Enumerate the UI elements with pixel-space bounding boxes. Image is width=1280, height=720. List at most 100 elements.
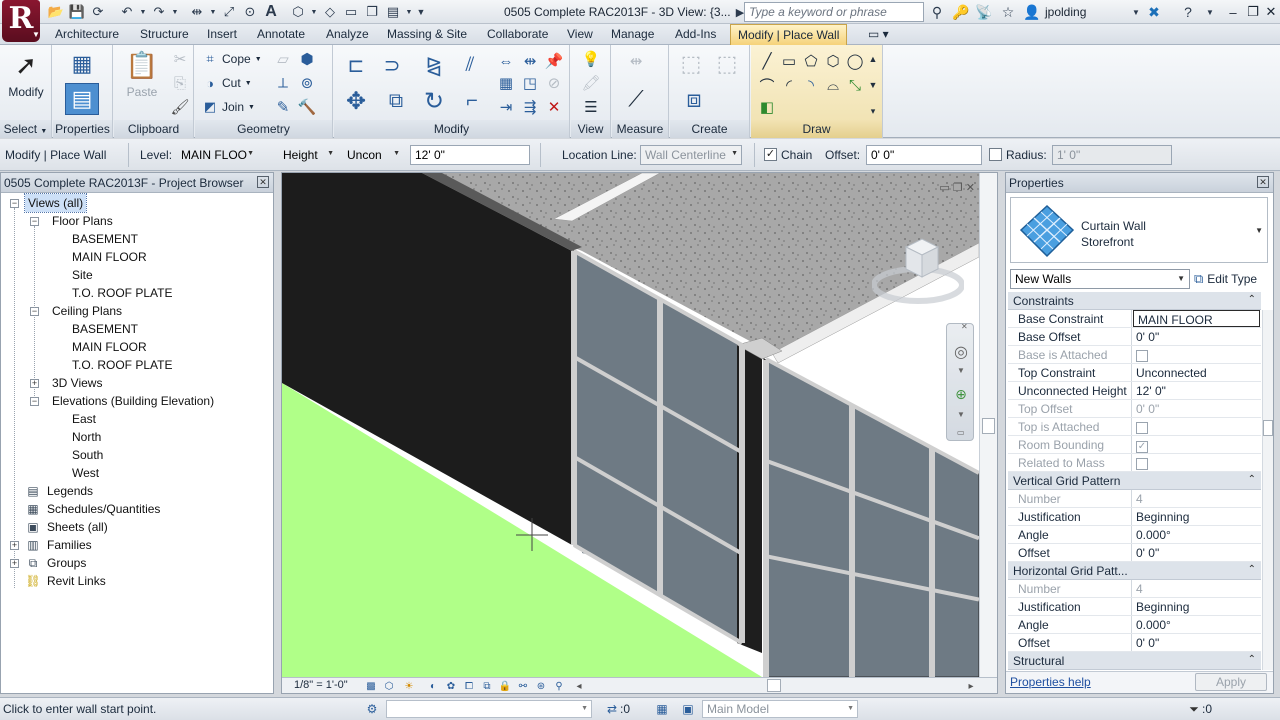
shadows-icon[interactable]: ◐: [426, 679, 440, 693]
related-mass-checkbox[interactable]: [1136, 458, 1148, 470]
undo-icon[interactable]: ↶: [117, 2, 137, 22]
close-hidden-icon[interactable]: ❐: [362, 2, 382, 22]
help-dropdown-icon[interactable]: ▼: [1200, 2, 1220, 22]
hscroll-left-icon[interactable]: ◂: [572, 679, 586, 693]
3d-dropdown-icon[interactable]: ▼: [309, 2, 319, 22]
exchange-apps-icon[interactable]: ✖: [1144, 2, 1164, 22]
trim-single-icon[interactable]: ⇥: [496, 97, 516, 117]
binoculars-icon[interactable]: ⚲: [927, 2, 947, 22]
close-icon[interactable]: ✕: [1257, 176, 1269, 188]
chain-checkbox[interactable]: ✓: [764, 148, 777, 161]
zoom-dropdown-icon[interactable]: ▼: [957, 410, 965, 419]
zoom-icon[interactable]: ⊕: [951, 386, 971, 406]
text-icon[interactable]: A: [261, 2, 281, 22]
visual-style-icon[interactable]: ⬡: [382, 679, 396, 693]
tree-families[interactable]: ▥ Families: [25, 536, 91, 554]
tab-view[interactable]: View: [567, 27, 593, 41]
mirror-draw-axis-icon[interactable]: ⫽: [456, 51, 484, 79]
prop-base-offset-value[interactable]: 0' 0": [1132, 328, 1261, 345]
tree-floor-plan-main-floor[interactable]: MAIN FLOOR: [72, 248, 147, 266]
trim-multiple-icon[interactable]: ⇶: [520, 97, 540, 117]
create-group-icon[interactable]: ⧈: [676, 85, 712, 115]
properties-scrollbar[interactable]: [1262, 310, 1273, 670]
offset-icon[interactable]: ⊃: [378, 51, 406, 79]
split-gap-icon[interactable]: ⇹: [520, 51, 540, 71]
tree-ceiling-plan-main-floor[interactable]: MAIN FLOOR: [72, 338, 147, 356]
tree-elevation-north[interactable]: North: [72, 428, 101, 446]
edit-type-button[interactable]: ⧉ Edit Type: [1194, 269, 1257, 289]
draw-tangent-arc-icon[interactable]: ◝: [801, 75, 821, 95]
prop-v-offset-value[interactable]: 0' 0": [1132, 544, 1261, 561]
draw-circle-icon[interactable]: ◯: [845, 51, 865, 71]
tree-schedules[interactable]: ▦ Schedules/Quantities: [25, 500, 160, 518]
tab-modify-place-wall[interactable]: Modify | Place Wall: [730, 24, 848, 45]
measure-qat-icon[interactable]: ⇹: [187, 2, 207, 22]
tab-massing-site[interactable]: Massing & Site: [387, 27, 467, 41]
tab-architecture[interactable]: Architecture: [55, 27, 119, 41]
tab-manage[interactable]: Manage: [611, 27, 654, 41]
create-assembly-icon[interactable]: ⬚: [676, 49, 706, 79]
array-icon[interactable]: ▦: [496, 73, 516, 93]
tree-elevation-east[interactable]: East: [72, 410, 96, 428]
aligned-dimension-icon[interactable]: ⤢: [219, 2, 239, 22]
paste-button[interactable]: 📋 Paste: [122, 49, 162, 100]
tree-elevation-west[interactable]: West: [72, 464, 99, 482]
base-attached-checkbox[interactable]: [1136, 350, 1148, 362]
level-dropdown[interactable]: MAIN FLOO: [176, 145, 258, 165]
measure-dropdown-icon[interactable]: ▼: [208, 2, 218, 22]
collapse-chevron-icon[interactable]: ⌃: [1248, 474, 1256, 485]
steering-wheel-icon[interactable]: ◎: [951, 342, 971, 362]
tree-floor-plan-roof-plate[interactable]: T.O. ROOF PLATE: [72, 284, 172, 302]
trim-extend-corner-icon[interactable]: ⌐: [458, 87, 486, 115]
move-icon[interactable]: ✥: [342, 87, 370, 115]
group-structural[interactable]: Structural ⌃: [1008, 652, 1261, 670]
instance-filter-dropdown[interactable]: New Walls: [1010, 269, 1190, 289]
undo-dropdown-icon[interactable]: ▼: [138, 2, 148, 22]
tree-legends[interactable]: ▤ Legends: [25, 482, 93, 500]
tree-groups[interactable]: ⧉ Groups: [25, 554, 87, 572]
tree-elevations[interactable]: Elevations (Building Elevation): [52, 392, 214, 410]
tree-ceiling-plan-basement[interactable]: BASEMENT: [72, 320, 138, 338]
prop-h-justification-value[interactable]: Beginning: [1132, 598, 1261, 615]
collapse-chevron-icon[interactable]: ⌃: [1248, 654, 1256, 665]
hide-isolate-icon[interactable]: 💡: [581, 49, 601, 69]
prop-h-offset-value[interactable]: 0' 0": [1132, 634, 1261, 651]
pin-icon[interactable]: 📌: [544, 51, 564, 71]
tree-ceiling-plan-roof-plate[interactable]: T.O. ROOF PLATE: [72, 356, 172, 374]
properties-scroll-thumb[interactable]: [1263, 420, 1273, 436]
tree-revit-links[interactable]: ⛓ Revit Links: [25, 572, 105, 590]
draw-circumscribed-polygon-icon[interactable]: ⬡: [823, 51, 843, 71]
sun-path-icon[interactable]: ☀: [402, 679, 416, 693]
collapse-elevations-toggle[interactable]: −: [30, 397, 39, 406]
subscription-icon[interactable]: 🔑: [951, 2, 971, 22]
analysis-display-icon[interactable]: ⚲: [552, 679, 566, 693]
customize-qat-icon[interactable]: ▼: [415, 2, 427, 22]
viewport-vertical-scrollbar[interactable]: [979, 173, 997, 677]
view-scale[interactable]: 1/8" = 1'-0": [294, 679, 348, 691]
linework-icon[interactable]: ☰: [581, 97, 601, 117]
viewcube[interactable]: [872, 235, 964, 305]
favorites-star-icon[interactable]: ☆: [998, 2, 1018, 22]
open-icon[interactable]: 📂: [46, 2, 66, 22]
aligned-dimension-ribbon-icon[interactable]: ⟋: [620, 85, 652, 113]
type-selector[interactable]: Curtain Wall Storefront ▼: [1010, 197, 1268, 263]
hscroll-right-icon[interactable]: ▸: [964, 679, 978, 693]
draw-fillet-arc-icon[interactable]: ⌓: [823, 75, 843, 95]
detail-level-icon[interactable]: ▩: [364, 679, 378, 693]
user-name[interactable]: jpolding: [1045, 5, 1086, 19]
section-icon[interactable]: ◇: [320, 2, 340, 22]
tab-add-ins[interactable]: Add-Ins: [675, 27, 716, 41]
rendering-icon[interactable]: ✿: [444, 679, 458, 693]
temporary-hide-icon[interactable]: ⚯: [516, 679, 530, 693]
expand-3d-views-toggle[interactable]: +: [30, 379, 39, 388]
tab-collaborate[interactable]: Collaborate: [487, 27, 548, 41]
tree-elevation-south[interactable]: South: [72, 446, 103, 464]
tree-views-all[interactable]: Views (all): [23, 193, 88, 213]
redo-icon[interactable]: ↷: [149, 2, 169, 22]
draw-gallery-up-icon[interactable]: ▲: [866, 49, 880, 69]
pick-lines-icon[interactable]: ⤡: [845, 75, 865, 95]
select-dropdown-icon[interactable]: ▼: [40, 128, 47, 135]
delete-icon[interactable]: ✕: [544, 97, 564, 117]
design-option-dropdown[interactable]: Main Model: [702, 700, 858, 718]
properties-toggle-icon[interactable]: ▤: [65, 83, 99, 115]
